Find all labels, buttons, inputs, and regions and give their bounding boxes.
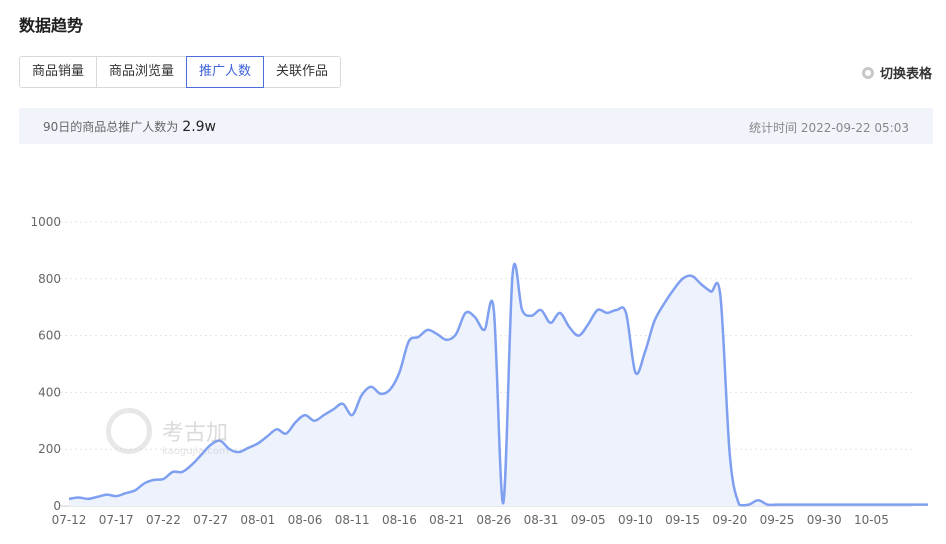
x-tick-label: 09-20: [712, 513, 747, 527]
y-tick-label: 200: [38, 442, 61, 456]
tab-product-sales[interactable]: 商品销量: [19, 56, 98, 88]
x-tick-label: 07-27: [193, 513, 228, 527]
y-tick-label: 0: [53, 499, 61, 513]
x-tick-label: 08-01: [240, 513, 275, 527]
x-tick-label: 08-31: [524, 513, 559, 527]
summary-bar: 90日的商品总推广人数为 2.9w 统计时间 2022-09-22 05:03: [19, 108, 933, 144]
metric-tabs: 商品销量 商品浏览量 推广人数 关联作品: [19, 56, 342, 88]
watermark-logo: [106, 408, 152, 454]
x-tick-label: 08-26: [476, 513, 511, 527]
x-tick-label: 09-30: [807, 513, 842, 527]
x-tick-label: 07-17: [99, 513, 134, 527]
x-tick-label: 09-05: [571, 513, 606, 527]
tab-related-works[interactable]: 关联作品: [263, 56, 342, 88]
y-tick-label: 1000: [30, 215, 61, 229]
y-tick-label: 400: [38, 385, 61, 399]
tab-promoters[interactable]: 推广人数: [186, 56, 265, 88]
summary-left: 90日的商品总推广人数为 2.9w: [43, 118, 216, 135]
x-tick-label: 08-21: [429, 513, 464, 527]
x-tick-label: 09-15: [665, 513, 700, 527]
y-tick-label: 600: [38, 329, 61, 343]
stat-time-label: 统计时间: [749, 121, 798, 135]
stat-time: 统计时间 2022-09-22 05:03: [749, 119, 909, 136]
x-tick-label: 08-06: [288, 513, 323, 527]
x-tick-label: 07-22: [146, 513, 181, 527]
watermark: 考古加 kaogujia.com: [106, 408, 229, 457]
trend-chart: 0 200 400 600 800 1000 07-12 07-17 07-22 07-27 08-…: [30, 215, 929, 527]
page-title: 数据趋势: [19, 16, 84, 35]
y-tick-label: 800: [38, 272, 61, 286]
stat-time-value: 2022-09-22 05:03: [800, 121, 909, 135]
x-tick-label: 08-11: [335, 513, 370, 527]
switch-icon: [861, 66, 874, 79]
tab-product-views[interactable]: 商品浏览量: [96, 56, 188, 88]
x-tick-label: 09-25: [760, 513, 795, 527]
x-tick-label: 08-16: [382, 513, 417, 527]
toggle-table-button[interactable]: 切换表格: [861, 63, 932, 82]
summary-label: 90日的商品总推广人数为: [43, 120, 179, 134]
summary-value: 2.9w: [182, 119, 216, 135]
x-tick-label: 07-12: [52, 513, 87, 527]
x-tick-label: 10-05: [854, 513, 889, 527]
x-tick-label: 09-10: [618, 513, 653, 527]
watermark-text: 考古加: [162, 421, 229, 446]
watermark-sub: kaogujia.com: [162, 446, 229, 457]
toggle-table-label: 切换表格: [879, 67, 932, 82]
